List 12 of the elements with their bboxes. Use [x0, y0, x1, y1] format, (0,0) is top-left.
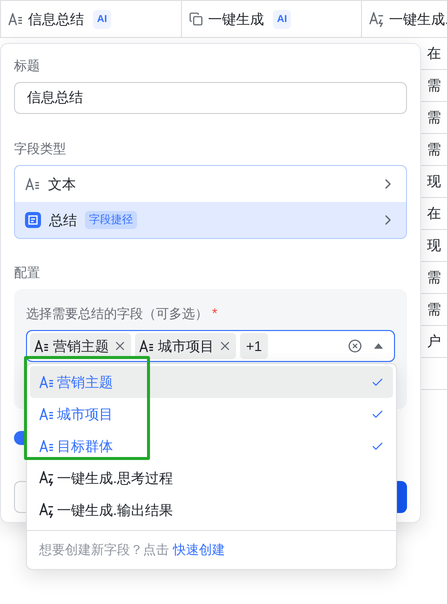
shortcut-tag: 字段捷径	[85, 210, 137, 230]
create-field-hint: 想要创建新字段？点击	[39, 541, 169, 560]
more-tags-count: +1	[240, 333, 268, 359]
tag-label: 城市项目	[158, 336, 214, 356]
config-label: 配置	[14, 264, 41, 282]
ai-badge: AI	[273, 10, 291, 28]
tag-label: 营销主题	[53, 336, 109, 356]
required-mark: *	[212, 304, 218, 323]
select-fields-label: 选择需要总结的字段（可多选）	[26, 304, 208, 322]
title-label: 标题	[14, 57, 41, 75]
ai-badge: AI	[93, 10, 111, 28]
field-type-label: 字段类型	[14, 140, 67, 158]
